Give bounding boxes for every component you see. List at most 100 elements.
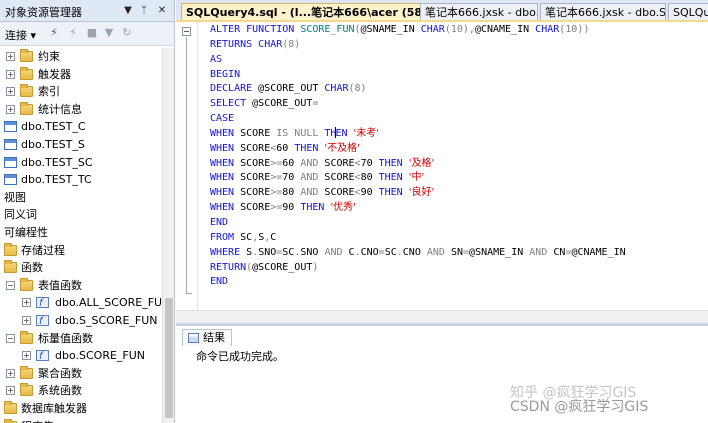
expand-icon[interactable]: + [6, 87, 15, 97]
code-token: 90 [282, 202, 301, 214]
tree-node[interactable]: + dbo.SCORE_FUN [0, 347, 162, 365]
tree-node[interactable]: 程序集 [0, 418, 162, 423]
tree-node[interactable]: + 触发器 [0, 66, 162, 83]
code-token: 60 [276, 142, 295, 154]
expand-icon[interactable]: + [6, 52, 15, 61]
collapse-icon[interactable]: − [6, 333, 15, 343]
object-explorer: 对象资源管理器 ▼ ᛘ ✕ 连接 ▾ ⚡ ⚡ ■ ▼ ↻ + 约束 + 触发器 + 索引 +… [0, 0, 175, 423]
tree-node[interactable]: + 约束 [0, 48, 162, 65]
folder-icon [20, 330, 33, 344]
code-token: DECLARE [210, 83, 259, 95]
filter-icon[interactable]: ▼ [102, 26, 116, 40]
code-token: '中' [408, 172, 425, 184]
code-area[interactable]: ALTER FUNCTION SCORE_FUN(@SNAME_IN CHAR(… [210, 23, 626, 290]
code-token: 70 [282, 172, 301, 184]
document-tab[interactable]: SQLQu [668, 3, 708, 20]
code-token: AND [426, 246, 451, 258]
document-tab[interactable]: 笔记本666.jxsk - dbo.SC [540, 3, 666, 20]
code-line[interactable]: CASE [210, 112, 626, 127]
refresh-icon[interactable]: ↻ [120, 26, 134, 40]
scrollbar-thumb[interactable] [165, 298, 173, 418]
results-tab[interactable]: 结果 [182, 329, 232, 346]
tree-node[interactable]: + 系统函数 [0, 382, 162, 399]
code-token: THEN [300, 202, 331, 214]
code-token: ALTER FUNCTION [210, 24, 301, 35]
connect-label: 连接 [5, 29, 27, 42]
fold-line-end [186, 293, 192, 294]
collapse-icon[interactable]: − [182, 27, 191, 36]
code-token: SELECT [210, 98, 253, 110]
code-line[interactable]: WHEN SCORE>=80 AND SCORE<90 THEN '良好' [210, 186, 626, 201]
tree-node[interactable]: 数据库触发器 [0, 400, 162, 417]
tree-node[interactable]: + 统计信息 [0, 101, 162, 118]
function-icon [36, 295, 49, 312]
expand-icon[interactable]: + [6, 69, 15, 79]
expand-icon[interactable]: + [6, 386, 15, 396]
query-editor[interactable]: − ALTER FUNCTION SCORE_FUN(@SNAME_IN CHA… [176, 22, 708, 323]
code-line[interactable]: RETURN(@SCORE_OUT) [210, 261, 626, 276]
connect-button[interactable]: 连接 ▾ [5, 27, 36, 43]
editor-horizontal-scrollbar[interactable] [176, 310, 708, 323]
table-icon [4, 121, 17, 133]
pin-icon[interactable]: ᛘ [137, 3, 151, 18]
tree-node-label: 视图 [4, 190, 26, 204]
tree-node[interactable]: − 标量值函数 [0, 330, 162, 347]
code-token: AS [210, 53, 223, 65]
tree-node[interactable]: + dbo.ALL_SCORE_FUN [0, 294, 162, 312]
results-tab-label: 结果 [203, 331, 225, 344]
code-token: @SCORE_OUT [252, 98, 313, 110]
object-explorer-scrollbar[interactable] [162, 48, 174, 423]
tree-node[interactable]: dbo.TEST_SC [0, 154, 162, 171]
code-line[interactable]: WHERE S.SNO=SC.SNO AND C.CNO=SC.CNO AND … [210, 246, 626, 261]
dropdown-arrow-icon[interactable]: ▼ [121, 3, 135, 18]
code-line[interactable]: BEGIN [210, 68, 626, 83]
tree-node[interactable]: 函数 [0, 259, 162, 276]
tree-node[interactable]: dbo.TEST_S [0, 136, 162, 153]
tree-node[interactable]: 存储过程 [0, 242, 162, 259]
stop-icon[interactable]: ■ [85, 26, 99, 40]
object-explorer-toolbar: 连接 ▾ ⚡ ⚡ ■ ▼ ↻ [0, 22, 174, 46]
tree-node[interactable]: 同义词 [0, 206, 162, 223]
code-line[interactable]: WHEN SCORE>=60 AND SCORE<70 THEN '及格' [210, 157, 626, 172]
folder-icon [4, 260, 17, 274]
code-token: AND [300, 172, 325, 184]
code-token: @CNAME_IN [571, 246, 626, 258]
code-token: EN [335, 127, 354, 139]
disconnect-icon[interactable]: ⚡ [66, 26, 80, 40]
expand-icon[interactable]: + [22, 316, 31, 325]
expand-icon[interactable]: + [6, 368, 15, 378]
code-line[interactable]: WHEN SCORE>=70 AND SCORE<80 THEN '中' [210, 171, 626, 186]
code-line[interactable]: END [210, 216, 626, 231]
code-line[interactable]: ALTER FUNCTION SCORE_FUN(@SNAME_IN CHAR(… [210, 23, 626, 38]
folder-icon [20, 101, 33, 115]
code-line[interactable]: WHEN SCORE IS NULL THEN '未考' [210, 127, 626, 142]
tree-node[interactable]: 可编程性 [0, 224, 162, 241]
close-icon[interactable]: ✕ [155, 3, 169, 18]
document-tab[interactable]: 笔记本666.jxsk - dbo.C [420, 3, 538, 20]
expand-icon[interactable]: + [6, 104, 15, 114]
code-token: '及格' [408, 157, 435, 169]
code-token: RETURN [210, 261, 247, 273]
connect-icon[interactable]: ⚡ [47, 26, 61, 40]
code-line[interactable]: FROM SC,S,C [210, 231, 626, 246]
tree-node[interactable]: + 索引 [0, 83, 162, 100]
tree-node[interactable]: 视图 [0, 189, 162, 206]
tree-node[interactable]: + 聚合函数 [0, 365, 162, 382]
code-line[interactable]: AS [210, 53, 626, 68]
code-token: SCORE [240, 127, 277, 139]
code-line[interactable]: END [210, 275, 626, 290]
collapse-icon[interactable]: − [6, 280, 15, 290]
tree-node[interactable]: − 表值函数 [0, 277, 162, 294]
expand-icon[interactable]: + [22, 351, 31, 361]
tree-node[interactable]: + dbo.S_SCORE_FUN [0, 312, 162, 330]
tree-node-label: dbo.TEST_SC [21, 155, 93, 169]
code-line[interactable]: RETURNS CHAR(8) [210, 38, 626, 53]
expand-icon[interactable]: + [22, 298, 31, 308]
code-line[interactable]: WHEN SCORE>=90 THEN '优秀' [210, 201, 626, 216]
document-tab[interactable]: SQLQuery4.sql - (l...笔记本666\acer (58))* [181, 3, 421, 20]
code-line[interactable]: WHEN SCORE<60 THEN '不及格' [210, 142, 626, 157]
code-line[interactable]: SELECT @SCORE_OUT= [210, 97, 626, 112]
code-line[interactable]: DECLARE @SCORE_OUT CHAR(8) [210, 82, 626, 97]
tree-node[interactable]: dbo.TEST_TC [0, 171, 162, 188]
tree-node[interactable]: dbo.TEST_C [0, 118, 162, 135]
